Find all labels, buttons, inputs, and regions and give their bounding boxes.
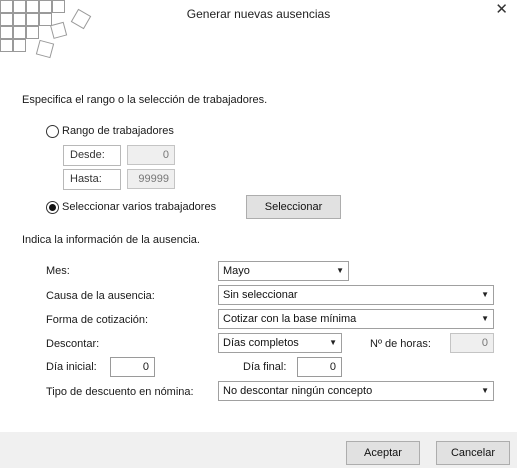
tipo-select[interactable]: No descontar ningún concepto ▼: [218, 381, 494, 401]
chevron-down-icon: ▼: [481, 386, 489, 395]
chevron-down-icon: ▼: [481, 314, 489, 323]
causa-label: Causa de la ausencia:: [46, 290, 155, 302]
hasta-label: Hasta:: [63, 169, 121, 190]
dia-final-label: Día final:: [243, 361, 287, 373]
dia-final-input[interactable]: 0: [297, 357, 342, 377]
range-radio-label: Rango de trabajadores: [62, 125, 174, 137]
cancel-button[interactable]: Cancelar: [436, 441, 510, 465]
desde-input[interactable]: 0: [127, 145, 175, 165]
forma-label: Forma de cotización:: [46, 314, 149, 326]
absence-section-heading: Indica la información de la ausencia.: [22, 234, 200, 246]
select-workers-radio-label: Seleccionar varios trabajadores: [62, 201, 217, 213]
chevron-down-icon: ▼: [481, 290, 489, 299]
tipo-label: Tipo de descuento en nómina:: [46, 386, 194, 398]
dia-inicial-label: Día inicial:: [46, 361, 97, 373]
hasta-input[interactable]: 99999: [127, 169, 175, 189]
mes-select[interactable]: Mayo ▼: [218, 261, 349, 281]
dia-inicial-input[interactable]: 0: [110, 357, 155, 377]
descontar-value: Días completos: [223, 337, 299, 349]
chevron-down-icon: ▼: [336, 266, 344, 275]
horas-input[interactable]: 0: [450, 333, 494, 353]
range-section-heading: Especifica el rango o la selección de tr…: [22, 94, 268, 106]
desde-label: Desde:: [63, 145, 121, 166]
close-icon[interactable]: ✕: [495, 1, 508, 19]
select-workers-button[interactable]: Seleccionar: [246, 195, 341, 219]
horas-label: Nº de horas:: [370, 338, 431, 350]
forma-select[interactable]: Cotizar con la base mínima ▼: [218, 309, 494, 329]
forma-value: Cotizar con la base mínima: [223, 313, 357, 325]
chevron-down-icon: ▼: [329, 338, 337, 347]
descontar-label: Descontar:: [46, 338, 100, 350]
select-workers-radio[interactable]: [46, 201, 59, 214]
causa-value: Sin seleccionar: [223, 289, 298, 301]
mes-label: Mes:: [46, 265, 70, 277]
mes-value: Mayo: [223, 265, 250, 277]
range-radio[interactable]: [46, 125, 59, 138]
accept-button[interactable]: Aceptar: [346, 441, 420, 465]
descontar-select[interactable]: Días completos ▼: [218, 333, 342, 353]
window-title: Generar nuevas ausencias: [186, 7, 331, 21]
tipo-value: No descontar ningún concepto: [223, 385, 373, 397]
causa-select[interactable]: Sin seleccionar ▼: [218, 285, 494, 305]
